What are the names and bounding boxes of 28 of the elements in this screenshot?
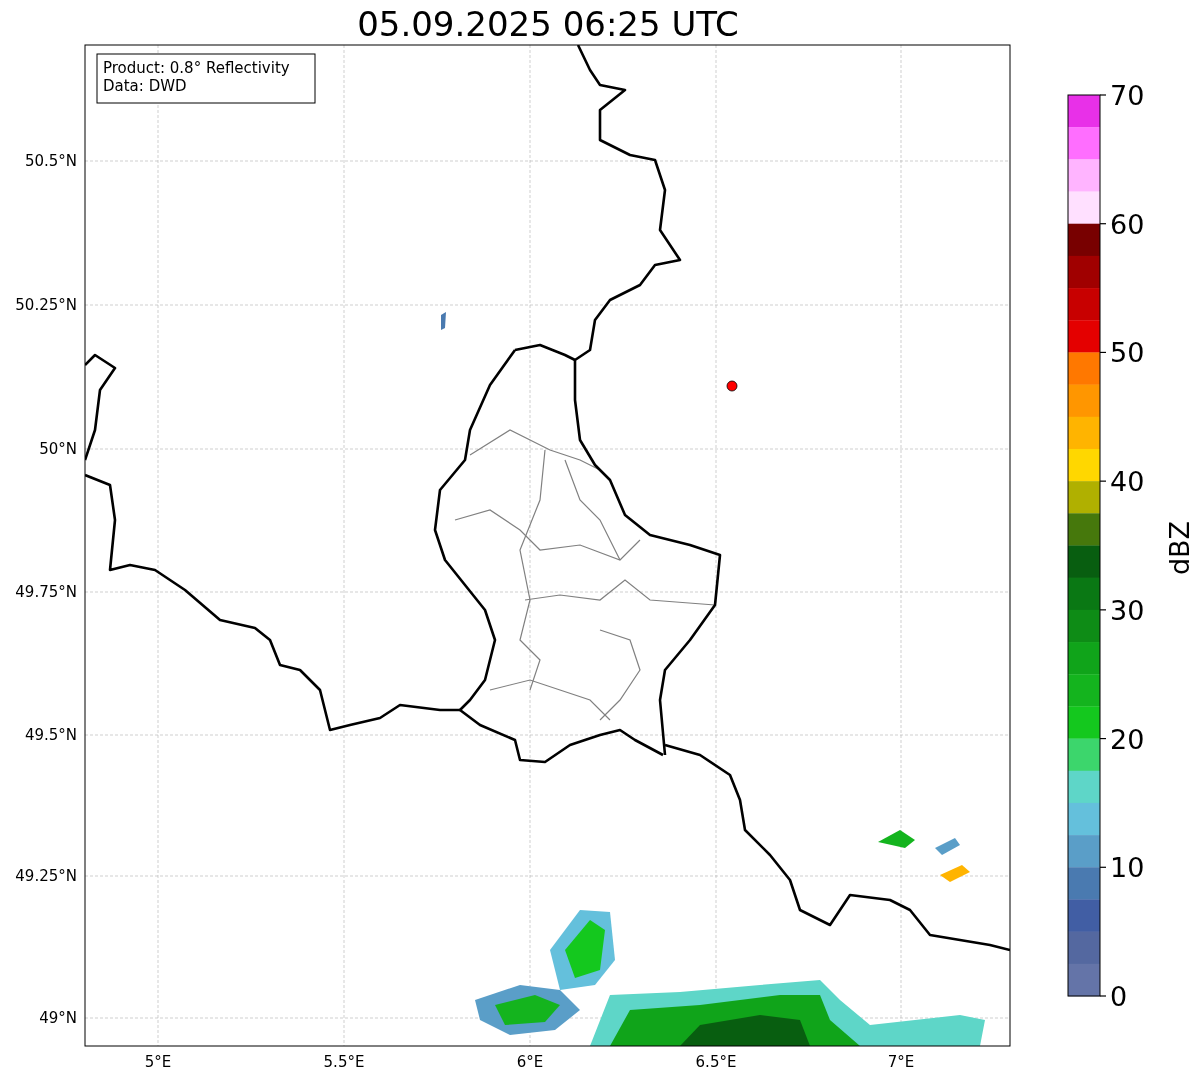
colorbar-tick-label: 40 (1110, 466, 1145, 498)
colorbar-tick-label: 70 (1110, 80, 1145, 111)
radar-site-marker (726, 380, 738, 392)
radar-echo (878, 830, 915, 848)
longitude-label: 6.5°E (695, 1053, 737, 1071)
latitude-label: 49.25°N (15, 867, 77, 885)
latitude-label: 49.75°N (15, 583, 77, 601)
longitude-label: 5.5°E (323, 1053, 365, 1071)
longitude-label: 7°E (887, 1053, 915, 1071)
colorbar-tick-label: 50 (1110, 337, 1145, 369)
radar-echo (940, 865, 970, 882)
colorbar-label: dBZ (1164, 520, 1195, 576)
radar-echo (441, 312, 446, 330)
chart-title: 05.09.2025 06:25 UTC (357, 4, 739, 44)
latitude-label: 49°N (39, 1009, 77, 1027)
colorbar-tick-label: 30 (1110, 594, 1145, 626)
longitude-label: 6°E (516, 1053, 544, 1071)
radar-echo (935, 838, 960, 855)
latitude-label: 49.5°N (24, 726, 77, 744)
colorbar-tick-label: 10 (1110, 852, 1145, 884)
longitude-label: 5°E (144, 1053, 172, 1071)
info-text: Product: 0.8° Reflectivity Data: DWD (103, 59, 290, 95)
colorbar-tick-label: 0 (1110, 981, 1128, 1012)
latitude-label: 50.25°N (15, 296, 77, 314)
colorbar-tick-label: 60 (1110, 208, 1145, 240)
colorbar-tick-label: 20 (1110, 723, 1145, 755)
latitude-label: 50.5°N (24, 152, 77, 170)
latitude-label: 50°N (39, 440, 77, 458)
